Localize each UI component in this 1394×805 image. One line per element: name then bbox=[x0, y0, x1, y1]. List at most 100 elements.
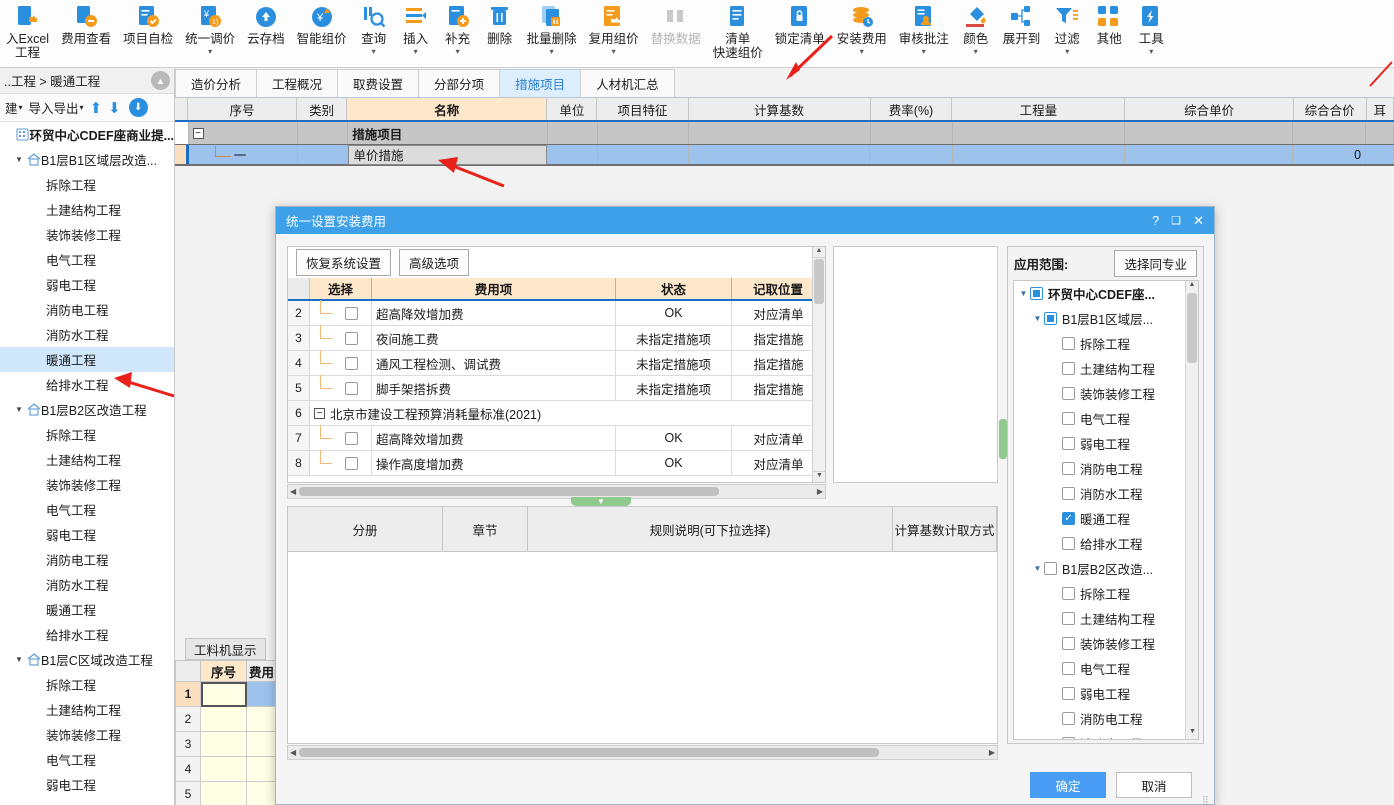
column-header[interactable]: 项目特征 bbox=[597, 98, 689, 120]
cancel-button[interactable]: 取消 bbox=[1116, 772, 1192, 798]
vertical-splitter-handle[interactable] bbox=[999, 419, 1007, 459]
scope-tree-node[interactable]: 给排水工程 bbox=[1014, 531, 1187, 556]
ribbon-unified-price[interactable]: ¥1) 统一调价 ▾ bbox=[179, 0, 241, 66]
tab-1[interactable]: 工程概况 bbox=[256, 69, 339, 97]
column-header[interactable]: 名称 bbox=[347, 98, 548, 120]
fee-table-row[interactable]: 2 超高降效增加费 OK 对应清单 bbox=[288, 300, 825, 326]
tree-node[interactable]: 给排水工程 bbox=[0, 622, 174, 647]
scope-checkbox[interactable] bbox=[1062, 612, 1075, 625]
ribbon-self-check[interactable]: 项目自检 bbox=[117, 0, 179, 66]
scope-checkbox-partial[interactable] bbox=[1044, 312, 1057, 325]
tree-node[interactable]: 土建结构工程 bbox=[0, 447, 174, 472]
tab-3[interactable]: 分部分项 bbox=[418, 69, 501, 97]
materials-column-header[interactable]: 费用 bbox=[247, 660, 277, 682]
tree-node[interactable]: 消防水工程 bbox=[0, 322, 174, 347]
twisty-icon[interactable]: ▼ bbox=[12, 655, 26, 664]
tab-4[interactable]: 措施项目 bbox=[499, 69, 582, 97]
rule-column-header[interactable]: 分册 bbox=[288, 507, 443, 551]
twisty-icon[interactable]: ▼ bbox=[1017, 289, 1030, 298]
table-cell[interactable] bbox=[1125, 122, 1293, 144]
chevron-down-icon[interactable]: ▾ bbox=[372, 47, 376, 56]
table-cell[interactable]: − bbox=[188, 122, 298, 144]
table-cell[interactable]: 一 bbox=[188, 145, 298, 164]
rule-column-header[interactable]: 章节 bbox=[443, 507, 528, 551]
scroll-thumb[interactable] bbox=[299, 748, 880, 757]
ribbon-batch-delete[interactable]: 批量删除 ▾ bbox=[521, 0, 583, 66]
scope-checkbox[interactable] bbox=[1062, 587, 1075, 600]
ribbon-fee-view[interactable]: 费用查看 bbox=[55, 0, 117, 66]
fee-group-cell[interactable]: − 北京市建设工程预算消耗量标准(2021) bbox=[310, 401, 825, 425]
new-project-button[interactable]: 建 ▾ bbox=[5, 98, 23, 117]
table-cell[interactable] bbox=[597, 145, 689, 164]
tree-node[interactable]: 土建结构工程 bbox=[0, 697, 174, 722]
tree-node[interactable]: 暖通工程 bbox=[0, 347, 174, 372]
materials-row[interactable]: 4 bbox=[175, 757, 290, 782]
scope-tree-node[interactable]: 拆除工程 bbox=[1014, 581, 1187, 606]
tree-node[interactable]: 电气工程 bbox=[0, 497, 174, 522]
tree-node[interactable]: 土建结构工程 bbox=[0, 197, 174, 222]
fee-table-row[interactable]: 3 夜间施工费 未指定措施项 指定措施 bbox=[288, 325, 825, 351]
table-cell[interactable] bbox=[952, 122, 1126, 144]
materials-column-header[interactable]: 序号 bbox=[201, 660, 247, 682]
tree-node[interactable]: 弱电工程 bbox=[0, 272, 174, 297]
scope-tree-node[interactable]: 装饰装修工程 bbox=[1014, 631, 1187, 656]
ribbon-other[interactable]: 其他 bbox=[1088, 0, 1130, 66]
materials-row[interactable]: 3 bbox=[175, 732, 290, 757]
table-cell[interactable] bbox=[297, 122, 349, 144]
scope-checkbox[interactable] bbox=[1044, 562, 1057, 575]
fee-select-cell[interactable] bbox=[310, 300, 372, 325]
materials-cell[interactable] bbox=[201, 682, 247, 707]
chevron-down-icon[interactable]: ▾ bbox=[414, 47, 418, 56]
restore-system-settings-button[interactable]: 恢复系统设置 bbox=[296, 249, 392, 276]
chevron-down-icon[interactable]: ▾ bbox=[1065, 47, 1069, 56]
fee-name-cell[interactable]: 操作高度增加费 bbox=[372, 451, 616, 475]
table-cell[interactable] bbox=[547, 122, 599, 144]
tree-node[interactable]: 环贸中心CDEF座商业提... bbox=[0, 122, 174, 147]
materials-rows[interactable]: 12345 bbox=[175, 682, 290, 805]
advanced-options-button[interactable]: 高级选项 bbox=[399, 249, 470, 276]
scroll-thumb[interactable] bbox=[299, 487, 720, 496]
fee-name-cell[interactable]: 超高降效增加费 bbox=[372, 426, 616, 450]
scope-tree-node[interactable]: 消防水工程 bbox=[1014, 481, 1187, 506]
tree-node[interactable]: ▼ B1层B1区域层改造... bbox=[0, 147, 174, 172]
table-cell[interactable]: 0 bbox=[1292, 145, 1367, 164]
column-header[interactable]: 综合单价 bbox=[1125, 98, 1294, 120]
twisty-icon[interactable]: ▼ bbox=[12, 155, 26, 164]
materials-cell[interactable] bbox=[201, 707, 247, 732]
scope-tree-node[interactable]: 拆除工程 bbox=[1014, 331, 1187, 356]
scope-checkbox[interactable] bbox=[1062, 337, 1075, 350]
collapse-icon[interactable]: ▲ bbox=[151, 71, 170, 90]
tree-node[interactable]: 给排水工程 bbox=[0, 372, 174, 397]
ok-button[interactable]: 确定 bbox=[1030, 772, 1106, 798]
fee-table-row[interactable]: 5 脚手架搭拆费 未指定措施项 指定措施 bbox=[288, 375, 825, 401]
scope-tree-node[interactable]: 弱电工程 bbox=[1014, 431, 1187, 456]
import-export-button[interactable]: 导入导出 ▾ bbox=[29, 98, 84, 117]
chevron-down-icon[interactable]: ▾ bbox=[612, 47, 616, 56]
table-cell[interactable] bbox=[952, 145, 1125, 164]
scope-checkbox[interactable] bbox=[1062, 462, 1075, 475]
table-row[interactable]: − 措施项目 bbox=[175, 122, 1394, 144]
fee-column-header[interactable]: 费用项 bbox=[372, 278, 616, 299]
content-tabs[interactable]: 造价分析 工程概况 取费设置 分部分项 措施项目 人材机汇总 bbox=[175, 68, 1394, 98]
fee-table-row[interactable]: 6 − 北京市建设工程预算消耗量标准(2021) bbox=[288, 401, 825, 426]
chevron-down-icon[interactable]: ▾ bbox=[860, 47, 864, 56]
fee-item-checkbox[interactable] bbox=[345, 381, 358, 395]
scope-checkbox[interactable] bbox=[1062, 362, 1075, 375]
scope-tree-node[interactable]: 土建结构工程 bbox=[1014, 356, 1187, 381]
download-icon[interactable]: ⬇ bbox=[128, 98, 148, 117]
fee-select-cell[interactable] bbox=[310, 350, 372, 375]
scope-checkbox[interactable] bbox=[1062, 437, 1075, 450]
ribbon-delete[interactable]: 删除 bbox=[479, 0, 521, 66]
table-cell[interactable] bbox=[1366, 122, 1394, 144]
expander-icon[interactable]: − bbox=[314, 407, 325, 419]
materials-row[interactable]: 2 bbox=[175, 707, 290, 732]
scope-checkbox[interactable] bbox=[1062, 637, 1075, 650]
tree-node[interactable]: 装饰装修工程 bbox=[0, 222, 174, 247]
scope-checkbox-partial[interactable] bbox=[1030, 287, 1043, 300]
table-cell[interactable] bbox=[297, 145, 349, 164]
materials-row[interactable]: 1 bbox=[175, 682, 290, 707]
scope-checkbox[interactable] bbox=[1062, 712, 1075, 725]
maximize-icon[interactable]: ❑ bbox=[1171, 214, 1181, 227]
ribbon-color[interactable]: 颜色 ▾ bbox=[955, 0, 997, 66]
materials-row[interactable]: 5 bbox=[175, 782, 290, 805]
